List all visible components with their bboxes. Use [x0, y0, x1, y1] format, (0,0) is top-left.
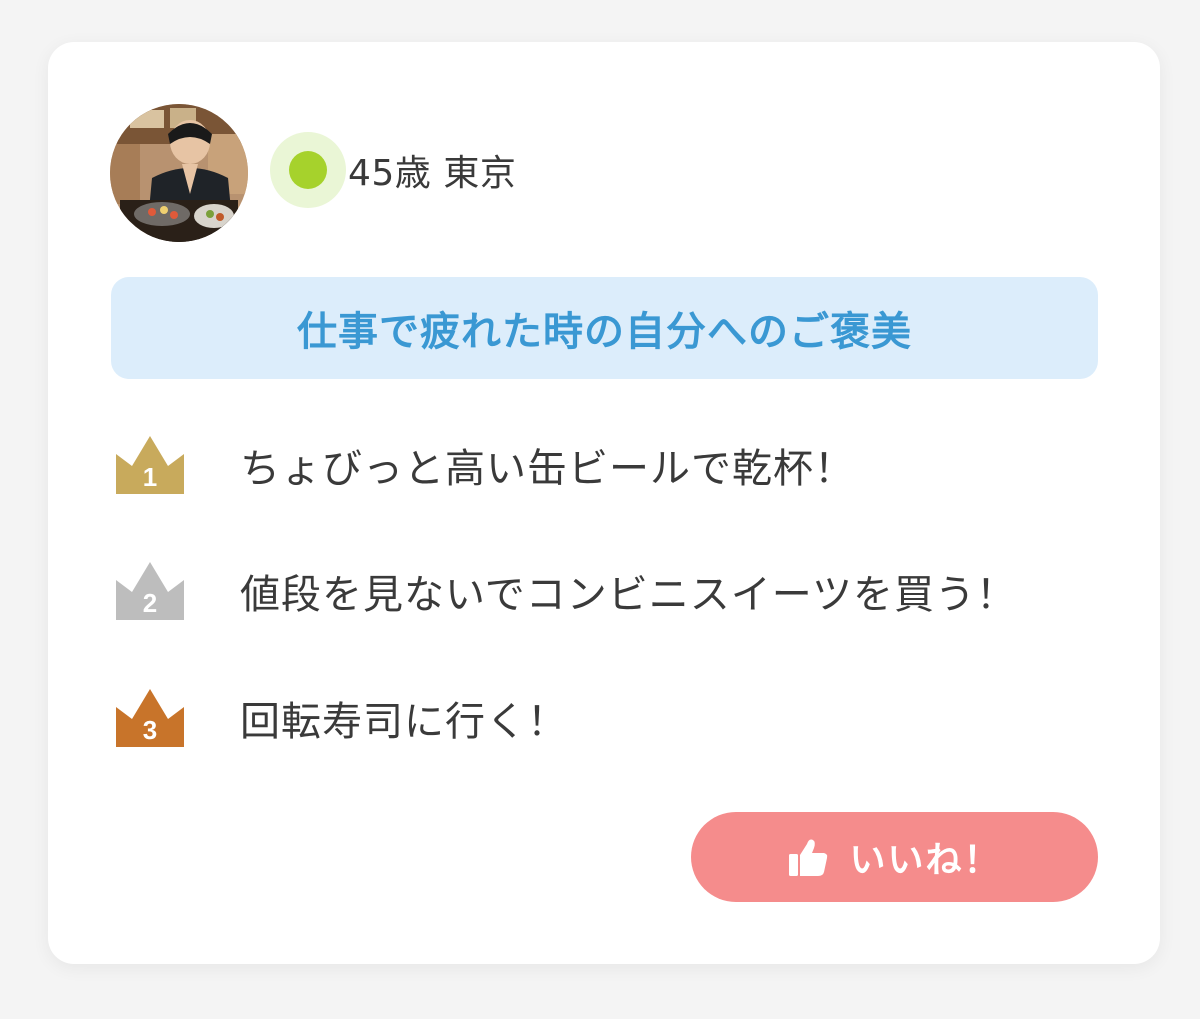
- ranking-text-2: 値段を見ないでコンビニスイーツを買う！: [240, 572, 1017, 618]
- rank-number-1: 1: [143, 462, 157, 492]
- status-indicator: [270, 132, 346, 208]
- profile-age: 45歳: [348, 153, 432, 194]
- ranking-item-3: 3 回転寿司に行く！: [114, 687, 568, 749]
- thumbs-up-icon: [789, 839, 828, 876]
- post-card: 45歳 東京 仕事で疲れた時の自分へのご褒美 1 ちょびっと高い缶ビールで乾杯！ …: [48, 42, 1160, 964]
- like-label: いいね！: [849, 839, 1002, 880]
- rank-number-3: 3: [143, 715, 157, 745]
- gold-crown-icon: 1: [116, 436, 184, 494]
- bronze-crown-icon: 3: [116, 689, 184, 747]
- profile-info: 45歳 東京: [270, 132, 516, 208]
- profile-location: 東京: [443, 153, 517, 194]
- topic-title: 仕事で疲れた時の自分へのご褒美: [297, 309, 912, 355]
- profile-text: 45歳 東京: [348, 144, 516, 196]
- topic-banner: 仕事で疲れた時の自分へのご褒美: [111, 277, 1098, 379]
- avatar[interactable]: [110, 104, 248, 242]
- rank-number-2: 2: [143, 588, 157, 618]
- ranking-text-3: 回転寿司に行く！: [240, 699, 568, 745]
- status-dot-icon: [289, 151, 327, 189]
- ranking-item-1: 1 ちょびっと高い缶ビールで乾杯！: [114, 434, 855, 496]
- silver-crown-icon: 2: [116, 562, 184, 620]
- ranking-text-1: ちょびっと高い缶ビールで乾杯！: [240, 446, 855, 492]
- like-button[interactable]: いいね！: [691, 812, 1098, 902]
- ranking-item-2: 2 値段を見ないでコンビニスイーツを買う！: [114, 560, 1017, 622]
- avatar-photo: [110, 104, 248, 242]
